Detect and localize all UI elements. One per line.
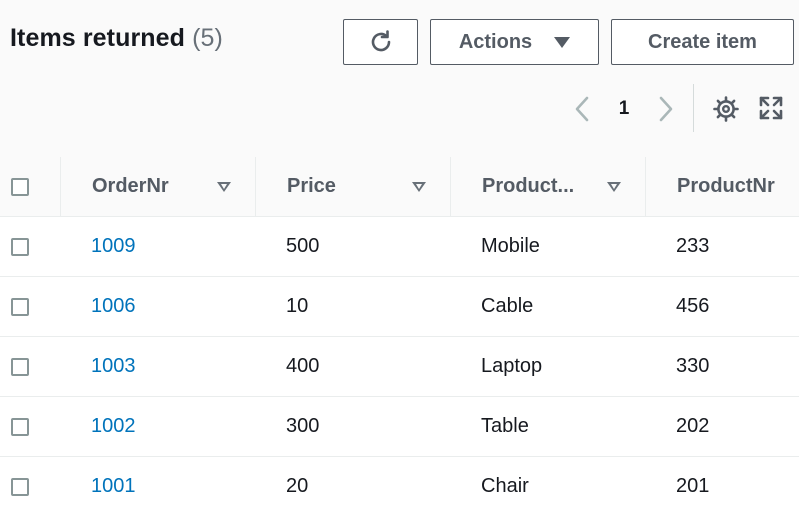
create-item-button[interactable]: Create item: [611, 19, 794, 65]
product-cell: Chair: [450, 457, 645, 516]
current-page-number[interactable]: 1: [612, 90, 636, 128]
table-row: 1006 10 Cable 456: [0, 277, 799, 337]
order-link[interactable]: 1006: [91, 295, 136, 318]
actions-label: Actions: [459, 31, 532, 54]
gear-icon: [712, 95, 740, 123]
table-row: 1009 500 Mobile 233: [0, 217, 799, 277]
product-cell: Cable: [450, 277, 645, 337]
row-checkbox[interactable]: [11, 358, 29, 376]
row-checkbox[interactable]: [11, 298, 29, 316]
next-page-button[interactable]: [652, 90, 678, 128]
row-select-cell: [0, 337, 60, 397]
expand-icon: [758, 95, 784, 121]
table-row: 1002 300 Table 202: [0, 397, 799, 457]
previous-page-button[interactable]: [570, 90, 596, 128]
product-cell: Mobile: [450, 217, 645, 277]
select-all-header: [0, 157, 60, 217]
chevron-right-icon: [652, 90, 678, 128]
order-link[interactable]: 1003: [91, 355, 136, 378]
page-title: Items returned (5): [10, 24, 223, 53]
row-select-cell: [0, 397, 60, 457]
column-label: Product...: [482, 175, 574, 198]
row-checkbox[interactable]: [11, 238, 29, 256]
column-label: ProductNr: [677, 175, 775, 198]
column-label: Price: [287, 175, 336, 198]
product-nr-cell: 456: [645, 277, 799, 337]
fullscreen-button[interactable]: [758, 95, 784, 121]
product-cell: Laptop: [450, 337, 645, 397]
order-link[interactable]: 1001: [91, 475, 136, 498]
row-select-cell: [0, 277, 60, 337]
row-select-cell: [0, 217, 60, 277]
order-cell: 1003: [60, 337, 255, 397]
product-nr-cell: 233: [645, 217, 799, 277]
refresh-button[interactable]: [343, 19, 418, 65]
product-cell: Table: [450, 397, 645, 457]
row-select-cell: [0, 457, 60, 516]
order-cell: 1006: [60, 277, 255, 337]
order-cell: 1009: [60, 217, 255, 277]
toolbar-divider: [693, 84, 694, 132]
table-row: 1001 20 Chair 201: [0, 457, 799, 516]
price-cell: 400: [255, 337, 450, 397]
column-header-price[interactable]: Price: [255, 157, 450, 217]
item-count: (5): [192, 24, 223, 52]
price-cell: 10: [255, 277, 450, 337]
actions-dropdown-button[interactable]: Actions: [430, 19, 599, 65]
price-cell: 20: [255, 457, 450, 516]
order-link[interactable]: 1002: [91, 415, 136, 438]
caret-down-icon: [554, 37, 570, 48]
table-row: 1003 400 Laptop 330: [0, 337, 799, 397]
items-table: OrderNr Price Product... ProductNr: [0, 157, 799, 516]
row-checkbox[interactable]: [11, 418, 29, 436]
column-header-ordernr[interactable]: OrderNr: [60, 157, 255, 217]
column-header-productnr[interactable]: ProductNr: [645, 157, 799, 217]
sort-caret-icon: [607, 182, 621, 192]
price-cell: 500: [255, 217, 450, 277]
refresh-icon: [368, 29, 394, 55]
sort-caret-icon: [412, 182, 426, 192]
table-header-area: Items returned (5) Actions Create item 1: [0, 0, 799, 158]
preferences-button[interactable]: [712, 95, 740, 123]
select-all-checkbox[interactable]: [11, 178, 29, 196]
chevron-left-icon: [570, 90, 596, 128]
column-label: OrderNr: [92, 175, 169, 198]
column-header-product[interactable]: Product...: [450, 157, 645, 217]
order-link[interactable]: 1009: [91, 235, 136, 258]
order-cell: 1002: [60, 397, 255, 457]
row-checkbox[interactable]: [11, 478, 29, 496]
product-nr-cell: 202: [645, 397, 799, 457]
product-nr-cell: 201: [645, 457, 799, 516]
order-cell: 1001: [60, 457, 255, 516]
price-cell: 300: [255, 397, 450, 457]
product-nr-cell: 330: [645, 337, 799, 397]
sort-caret-icon: [217, 182, 231, 192]
table-header-row: OrderNr Price Product... ProductNr: [0, 157, 799, 217]
title-text: Items returned: [10, 24, 185, 52]
